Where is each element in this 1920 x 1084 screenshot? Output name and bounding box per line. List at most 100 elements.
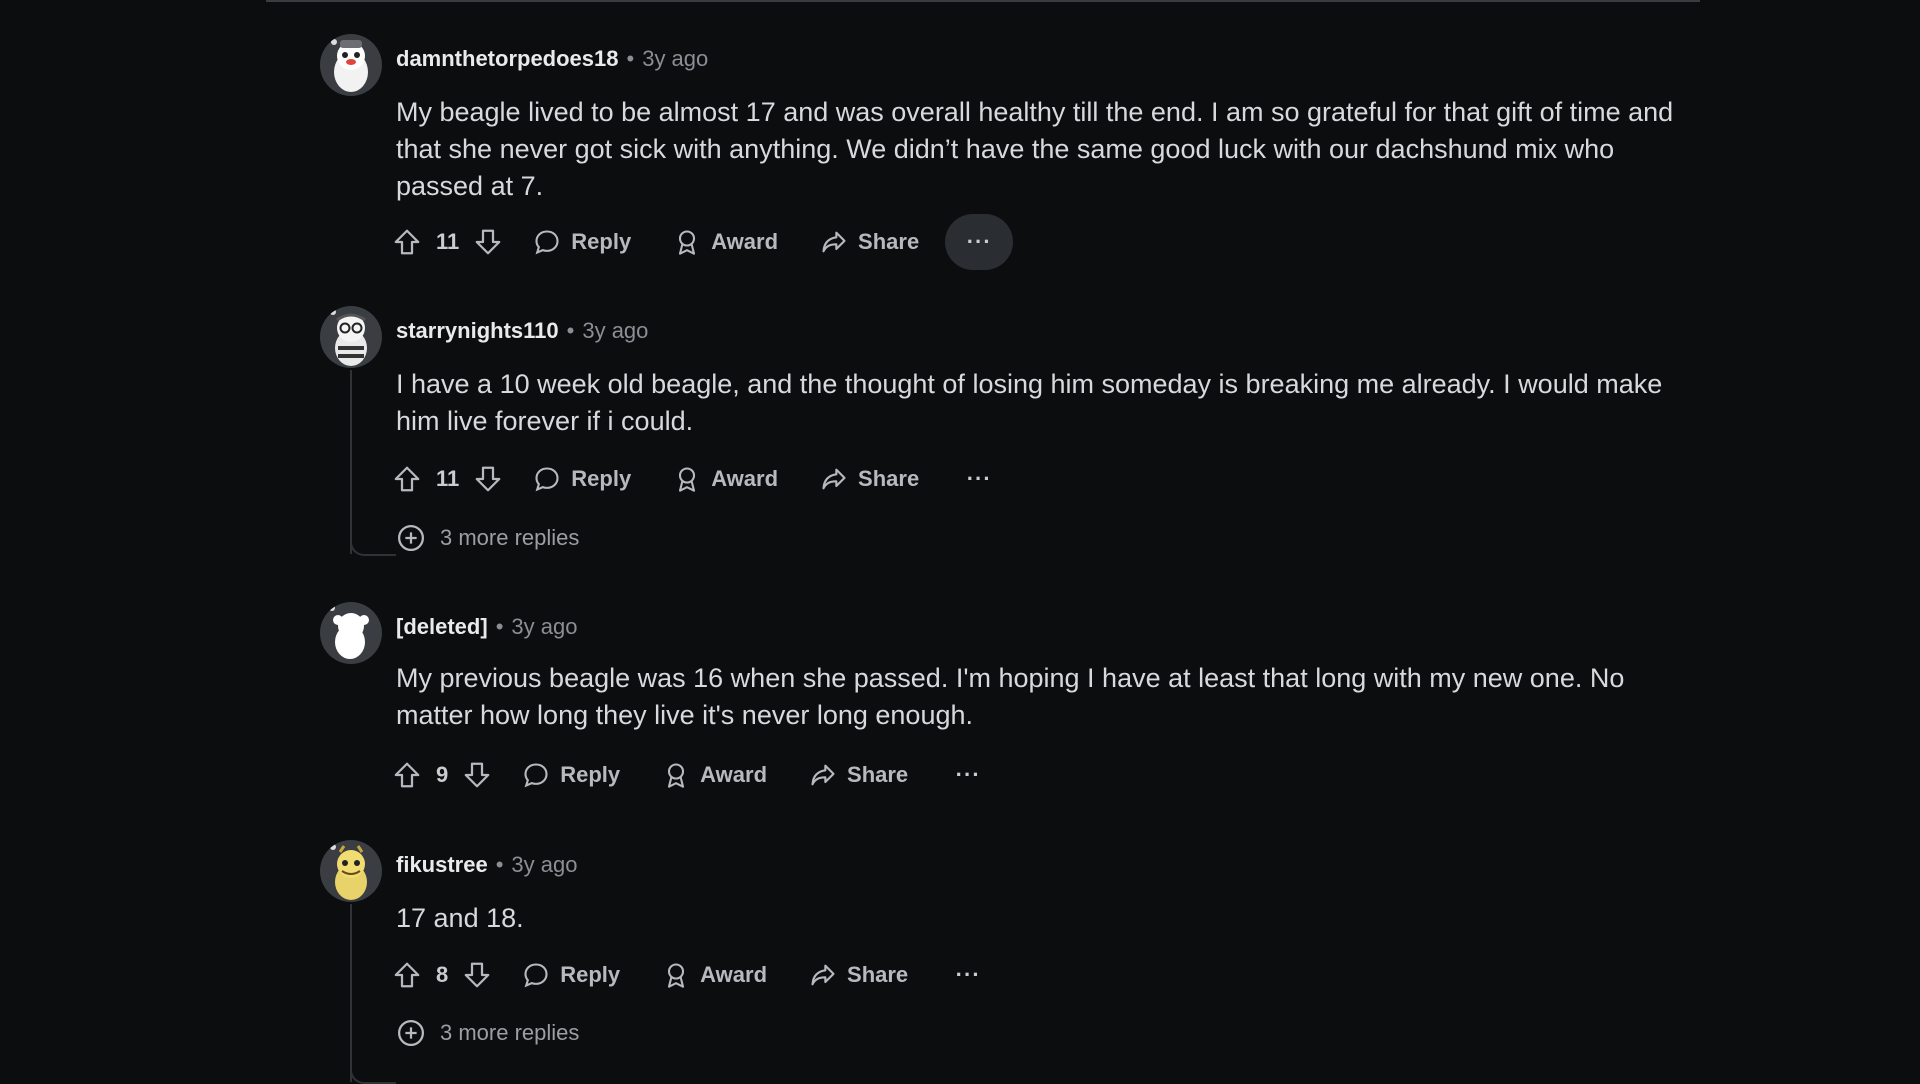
reply-icon bbox=[524, 763, 548, 788]
comment-2: starrynights110 • 3y ago I have a 10 week … bbox=[320, 306, 1700, 556]
award-icon bbox=[679, 467, 696, 492]
more-replies-label: 3 more replies bbox=[440, 1020, 580, 1045]
username: [deleted] bbox=[396, 614, 488, 639]
avatar[interactable] bbox=[320, 306, 382, 368]
award-label: Award bbox=[711, 229, 779, 254]
timestamp[interactable]: 3y ago bbox=[511, 852, 577, 877]
reply-icon bbox=[535, 467, 559, 492]
action-bar: 11 Reply Award Share ··· bbox=[392, 214, 1014, 270]
separator-dot: • bbox=[495, 852, 504, 877]
downvote-button[interactable] bbox=[462, 947, 492, 1003]
action-bar: 9 Reply Award Share ··· bbox=[392, 747, 1002, 803]
vote-count: 11 bbox=[436, 466, 460, 491]
more-options-button[interactable]: ··· bbox=[934, 947, 1002, 1003]
action-bar: 8 Reply Award Share ··· bbox=[392, 947, 1002, 1003]
share-icon bbox=[811, 964, 835, 986]
reply-icon bbox=[535, 230, 559, 255]
more-replies-link[interactable]: 3 more replies bbox=[396, 1018, 579, 1048]
downvote-button[interactable] bbox=[473, 214, 503, 270]
downvote-icon bbox=[475, 229, 501, 255]
award-label: Award bbox=[700, 762, 768, 787]
vote-count: 11 bbox=[436, 229, 460, 254]
upvote-button[interactable] bbox=[392, 947, 422, 1003]
share-button[interactable]: Share bbox=[799, 747, 918, 803]
share-icon bbox=[822, 468, 846, 490]
upvote-icon bbox=[394, 762, 420, 788]
comment-1: damnthetorpedoes18 • 3y ago My beagle live… bbox=[320, 34, 1700, 274]
award-button[interactable]: Award bbox=[652, 747, 777, 803]
share-icon bbox=[822, 231, 846, 253]
upvote-icon bbox=[394, 466, 420, 492]
downvote-button[interactable] bbox=[473, 451, 503, 507]
reply-label: Reply bbox=[560, 762, 621, 787]
share-label: Share bbox=[858, 229, 920, 254]
comment-4: fikustree • 3y ago 17 and 18. 8 Reply Awar… bbox=[320, 840, 1700, 1084]
more-options-button[interactable]: ··· bbox=[945, 451, 1013, 507]
expand-plus-icon bbox=[398, 1020, 424, 1046]
downvote-icon bbox=[475, 466, 501, 492]
action-bar: 11 Reply Award Share ··· bbox=[392, 451, 1013, 507]
award-button[interactable]: Award bbox=[663, 451, 788, 507]
avatar[interactable] bbox=[320, 34, 382, 96]
separator-dot: • bbox=[566, 318, 575, 343]
award-label: Award bbox=[711, 466, 779, 491]
share-label: Share bbox=[847, 762, 909, 787]
username[interactable]: damnthetorpedoes18 bbox=[396, 46, 619, 71]
reply-button[interactable]: Reply bbox=[523, 451, 641, 507]
upvote-button[interactable] bbox=[392, 451, 422, 507]
separator-dot: • bbox=[626, 46, 635, 71]
reply-icon bbox=[524, 963, 548, 988]
more-replies-link[interactable]: 3 more replies bbox=[396, 523, 579, 553]
share-button[interactable]: Share bbox=[799, 947, 918, 1003]
comment-body: My previous beagle was 16 when she passe… bbox=[396, 663, 1625, 730]
reply-button[interactable]: Reply bbox=[512, 947, 630, 1003]
reply-label: Reply bbox=[571, 466, 632, 491]
more-replies-label: 3 more replies bbox=[440, 525, 580, 550]
downvote-button[interactable] bbox=[462, 747, 492, 803]
vote-count: 9 bbox=[436, 762, 449, 787]
reply-button[interactable]: Reply bbox=[523, 214, 641, 270]
comment-thread: damnthetorpedoes18 • 3y ago My beagle live… bbox=[0, 0, 1920, 1084]
timestamp[interactable]: 3y ago bbox=[511, 614, 577, 639]
thread-connector bbox=[350, 526, 396, 556]
award-button[interactable]: Award bbox=[663, 214, 788, 270]
timestamp[interactable]: 3y ago bbox=[582, 318, 648, 343]
avatar-snoo-icon bbox=[320, 602, 382, 664]
reply-button[interactable]: Reply bbox=[512, 747, 630, 803]
avatar[interactable] bbox=[320, 840, 382, 902]
award-icon bbox=[668, 963, 685, 988]
upvote-button[interactable] bbox=[392, 747, 422, 803]
comment-body: 17 and 18. bbox=[396, 903, 524, 933]
comment-header: damnthetorpedoes18 • 3y ago bbox=[396, 44, 708, 74]
share-label: Share bbox=[847, 962, 909, 987]
more-options-button[interactable]: ··· bbox=[945, 214, 1014, 270]
separator-dot: • bbox=[495, 614, 504, 639]
award-icon bbox=[668, 763, 685, 788]
upvote-button[interactable] bbox=[392, 214, 422, 270]
vote-count: 8 bbox=[436, 962, 449, 987]
comment-body: I have a 10 week old beagle, and the tho… bbox=[396, 369, 1663, 436]
share-button[interactable]: Share bbox=[810, 214, 929, 270]
top-divider bbox=[266, 0, 1700, 2]
comment-header: starrynights110 • 3y ago bbox=[396, 316, 648, 346]
timestamp[interactable]: 3y ago bbox=[642, 46, 708, 71]
expand-plus-icon bbox=[398, 525, 424, 551]
more-options-button[interactable]: ··· bbox=[934, 747, 1002, 803]
award-icon bbox=[679, 230, 696, 255]
share-button[interactable]: Share bbox=[810, 451, 929, 507]
share-icon bbox=[811, 764, 835, 786]
downvote-icon bbox=[464, 762, 490, 788]
avatar[interactable] bbox=[320, 602, 382, 664]
award-label: Award bbox=[700, 962, 768, 987]
username[interactable]: fikustree bbox=[396, 852, 488, 877]
avatar-snoo-icon bbox=[320, 306, 382, 368]
award-button[interactable]: Award bbox=[652, 947, 777, 1003]
reply-label: Reply bbox=[571, 229, 632, 254]
downvote-icon bbox=[464, 962, 490, 988]
upvote-icon bbox=[394, 229, 420, 255]
comment-body: My beagle lived to be almost 17 and was … bbox=[396, 97, 1674, 201]
username[interactable]: starrynights110 bbox=[396, 318, 559, 343]
upvote-icon bbox=[394, 962, 420, 988]
reply-label: Reply bbox=[560, 962, 621, 987]
avatar-snoo-icon bbox=[320, 34, 382, 96]
